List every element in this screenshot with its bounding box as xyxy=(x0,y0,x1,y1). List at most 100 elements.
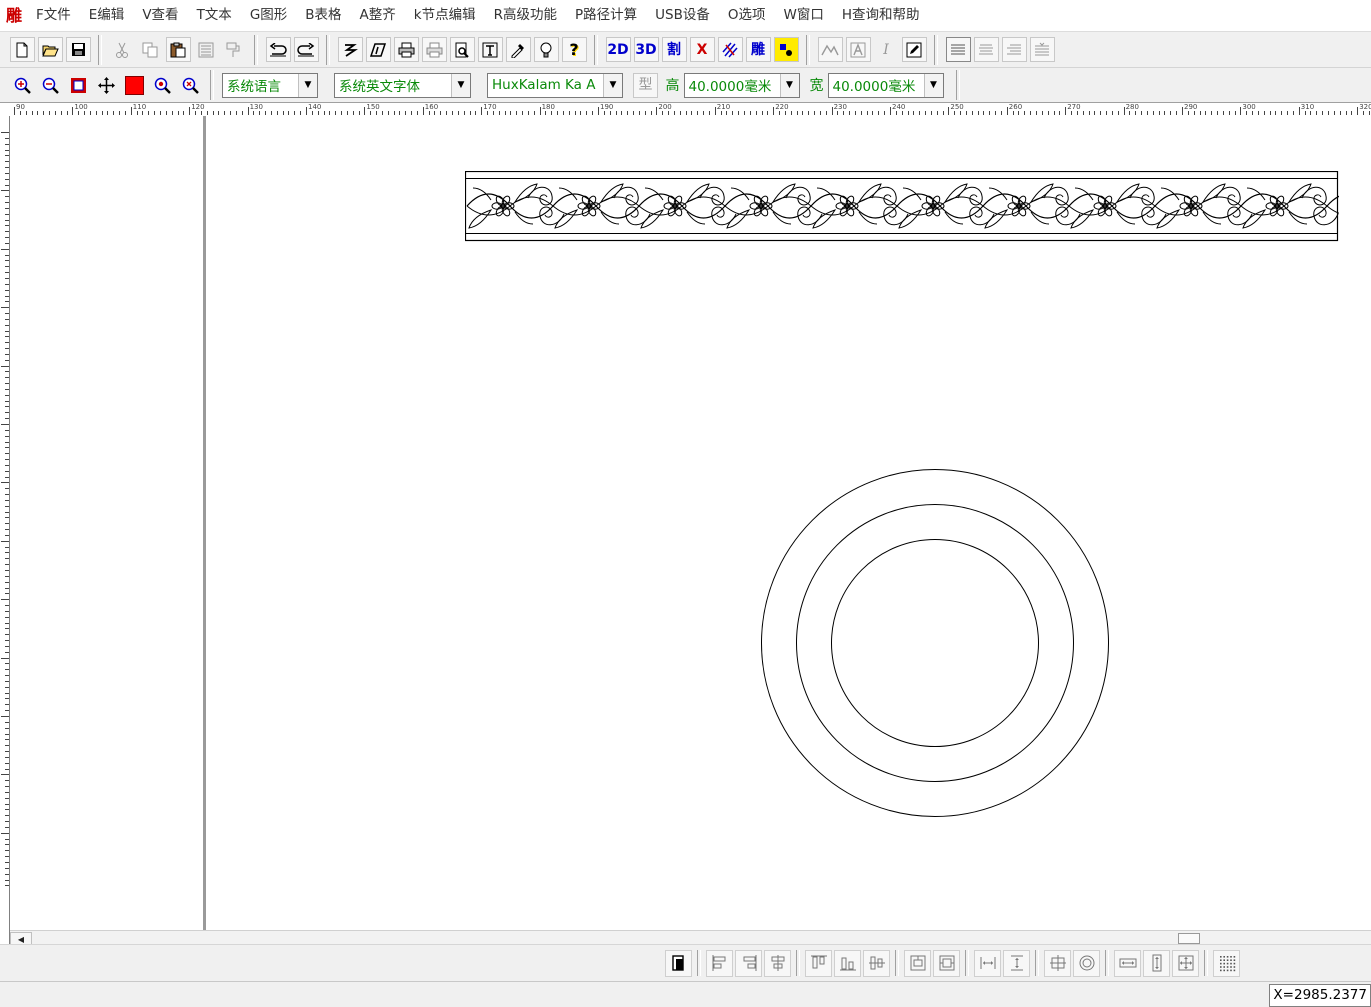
menu-advanced[interactable]: R高级功能 xyxy=(485,0,566,31)
zoom-in-icon[interactable] xyxy=(10,73,35,98)
font-type-button[interactable]: 型 xyxy=(633,72,658,98)
align-right-edge-icon[interactable] xyxy=(735,949,762,977)
group-icon[interactable] xyxy=(665,949,692,977)
machine-icon[interactable] xyxy=(773,37,799,62)
ruler-tick xyxy=(901,111,903,115)
menu-file[interactable]: F文件 xyxy=(27,0,80,31)
print-icon[interactable] xyxy=(393,37,419,62)
center-page-h-icon[interactable] xyxy=(904,949,931,977)
chevron-down-icon[interactable]: ▼ xyxy=(298,73,317,97)
align-v-center-icon[interactable] xyxy=(863,949,890,977)
zoom-all-icon[interactable] xyxy=(150,73,175,98)
scroll-thumb[interactable] xyxy=(1178,933,1200,944)
drawing-canvas[interactable] xyxy=(10,116,1371,930)
align-left-edge-icon[interactable] xyxy=(706,949,733,977)
hatch-fill-icon[interactable] xyxy=(717,37,743,62)
help-question-icon[interactable]: ? xyxy=(561,37,587,62)
menu-help[interactable]: H查询和帮助 xyxy=(833,0,929,31)
align-bottom-edge-icon[interactable] xyxy=(834,949,861,977)
menu-node-edit[interactable]: k节点编辑 xyxy=(405,0,485,31)
english-font-select[interactable]: 系统英文字体 ▼ xyxy=(334,72,471,98)
horizontal-ruler[interactable]: 90 100 110 120 130 140 150 160 170 180 190 200 210 22… xyxy=(0,102,1371,117)
edit-text-icon[interactable] xyxy=(901,37,927,62)
menu-options[interactable]: O选项 xyxy=(719,0,775,31)
floral-border-strip[interactable] xyxy=(465,171,1339,243)
zoom-page-icon[interactable] xyxy=(178,73,203,98)
menu-edit[interactable]: E编辑 xyxy=(80,0,134,31)
menu-text[interactable]: T文本 xyxy=(188,0,241,31)
text-a-icon[interactable] xyxy=(845,37,871,62)
horizontal-scrollbar[interactable]: ◀ xyxy=(10,930,1371,946)
grid-icon[interactable] xyxy=(1213,949,1240,977)
ruler-tick xyxy=(5,196,9,198)
width-input[interactable]: 40.0000毫米 ▼ xyxy=(827,72,944,98)
zoom-out-icon[interactable] xyxy=(38,73,63,98)
chevron-down-icon[interactable]: ▼ xyxy=(923,73,943,97)
italic-frame-icon[interactable] xyxy=(365,37,391,62)
align-right-icon[interactable] xyxy=(1001,37,1027,62)
menu-usb[interactable]: USB设备 xyxy=(646,0,719,31)
carve-button[interactable]: 雕 xyxy=(745,37,771,62)
text-frame-icon[interactable] xyxy=(477,37,503,62)
eyedropper-icon[interactable] xyxy=(505,37,531,62)
concentric-align-icon[interactable] xyxy=(1073,949,1100,977)
align-h-center-icon[interactable] xyxy=(764,949,791,977)
ruler-tick xyxy=(5,237,9,239)
new-file-icon[interactable] xyxy=(9,37,35,62)
pan-icon[interactable] xyxy=(94,73,119,98)
view-3d-button[interactable]: 3D xyxy=(633,37,659,62)
cut-mode-button[interactable]: 割 xyxy=(661,37,687,62)
height-input[interactable]: 40.0000毫米 ▼ xyxy=(683,72,800,98)
delete-x-button[interactable]: X xyxy=(689,37,715,62)
concentric-circles[interactable] xyxy=(750,461,1120,831)
undo-icon[interactable] xyxy=(265,37,291,62)
align-center-icon[interactable] xyxy=(973,37,999,62)
align-left-icon[interactable] xyxy=(945,37,971,62)
menu-path[interactable]: P路径计算 xyxy=(566,0,646,31)
center-align-icon[interactable] xyxy=(1044,949,1071,977)
view-2d-button[interactable]: 2D xyxy=(605,37,631,62)
font-select[interactable]: HuxKalam Ka A ▼ xyxy=(487,72,623,98)
menu-graphics[interactable]: G图形 xyxy=(241,0,296,31)
print-setup-icon[interactable] xyxy=(421,37,447,62)
ruler-tick xyxy=(5,867,9,869)
language-select[interactable]: 系统语言 ▼ xyxy=(222,72,318,98)
align-top-edge-icon[interactable] xyxy=(805,949,832,977)
menu-window[interactable]: W窗口 xyxy=(775,0,833,31)
paste-icon[interactable] xyxy=(165,37,191,62)
ruler-label: 110 xyxy=(132,103,147,111)
zoom-window-icon[interactable] xyxy=(66,73,91,98)
same-size-icon[interactable] xyxy=(1172,949,1199,977)
same-height-icon[interactable] xyxy=(1143,949,1170,977)
italic-icon[interactable]: I xyxy=(874,37,899,62)
ruler-tick xyxy=(744,111,745,115)
print-preview-icon[interactable] xyxy=(449,37,475,62)
chevron-down-icon[interactable]: ▼ xyxy=(779,73,799,97)
align-justify-icon[interactable] xyxy=(1029,37,1055,62)
menu-align[interactable]: A整齐 xyxy=(351,0,405,31)
chevron-down-icon[interactable]: ▼ xyxy=(451,73,470,97)
menu-table[interactable]: B表格 xyxy=(296,0,350,31)
same-width-icon[interactable] xyxy=(1114,949,1141,977)
cut-icon[interactable] xyxy=(110,37,135,62)
app-icon[interactable]: 雕 xyxy=(6,6,22,25)
chevron-down-icon[interactable]: ▼ xyxy=(603,73,622,97)
distribute-h-icon[interactable] xyxy=(974,949,1001,977)
save-icon[interactable] xyxy=(65,37,91,62)
path-tool-icon[interactable] xyxy=(337,37,363,62)
vertical-ruler[interactable] xyxy=(0,116,10,944)
redo-icon[interactable] xyxy=(293,37,319,62)
open-folder-icon[interactable] xyxy=(37,37,63,62)
ruler-tick xyxy=(843,111,845,115)
copy-icon[interactable] xyxy=(138,37,163,62)
color-fill-icon[interactable] xyxy=(122,73,147,98)
select-all-icon[interactable] xyxy=(194,37,219,62)
arc-text-icon[interactable] xyxy=(817,37,843,62)
lightbulb-icon[interactable] xyxy=(533,37,559,62)
ruler-tick xyxy=(5,815,9,817)
format-painter-icon[interactable] xyxy=(222,37,247,62)
ruler-tick xyxy=(5,149,9,151)
distribute-v-icon[interactable] xyxy=(1003,949,1030,977)
center-page-v-icon[interactable] xyxy=(933,949,960,977)
menu-view[interactable]: V查看 xyxy=(133,0,187,31)
